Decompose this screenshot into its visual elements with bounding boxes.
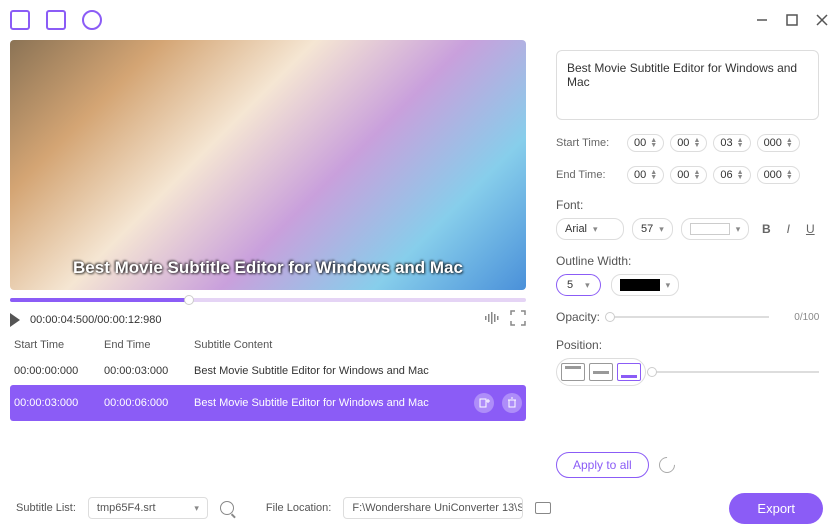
add-file-icon[interactable]: [10, 10, 30, 30]
table-row[interactable]: 00:00:03:000 00:00:06:000 Best Movie Sub…: [10, 385, 526, 421]
delete-row-icon[interactable]: [502, 393, 522, 413]
waveform-icon[interactable]: [484, 310, 500, 329]
maximize-button[interactable]: [785, 13, 799, 27]
end-h-input[interactable]: 00▲▼: [627, 166, 664, 184]
start-time-label: Start Time:: [556, 137, 621, 149]
font-size-select[interactable]: 57▾: [632, 218, 673, 240]
col-start-header: Start Time: [14, 339, 104, 351]
titlebar: [0, 0, 839, 40]
subtitle-table-header: Start Time End Time Subtitle Content: [10, 333, 526, 357]
underline-button[interactable]: U: [801, 220, 819, 238]
position-bottom-button[interactable]: [617, 363, 641, 381]
opacity-label: Opacity:: [556, 310, 600, 324]
minimize-button[interactable]: [755, 13, 769, 27]
position-slider[interactable]: [652, 371, 819, 373]
video-subtitle-overlay: Best Movie Subtitle Editor for Windows a…: [73, 258, 463, 278]
opacity-slider[interactable]: [610, 316, 769, 318]
position-top-button[interactable]: [561, 363, 585, 381]
bold-button[interactable]: B: [757, 220, 775, 238]
close-button[interactable]: [815, 13, 829, 27]
end-ms-input[interactable]: 000▲▼: [757, 166, 800, 184]
play-button[interactable]: [10, 313, 20, 327]
footer: Subtitle List: tmp65F4.srt▾ File Locatio…: [0, 488, 839, 528]
left-panel: Best Movie Subtitle Editor for Windows a…: [0, 40, 536, 488]
end-m-input[interactable]: 00▲▼: [670, 166, 707, 184]
search-icon[interactable]: [220, 501, 234, 515]
right-panel: Best Movie Subtitle Editor for Windows a…: [536, 40, 839, 488]
file-location-input[interactable]: F:\Wondershare UniConverter 13\SubEdi: [343, 497, 523, 519]
opacity-value: 0/100: [779, 312, 819, 323]
position-label: Position:: [556, 338, 819, 352]
outline-label: Outline Width:: [556, 254, 819, 268]
font-label: Font:: [556, 198, 819, 212]
export-button[interactable]: Export: [729, 493, 823, 524]
position-middle-button[interactable]: [589, 363, 613, 381]
end-time-label: End Time:: [556, 169, 621, 181]
end-s-input[interactable]: 06▲▼: [713, 166, 750, 184]
font-family-select[interactable]: Arial▾: [556, 218, 624, 240]
video-preview[interactable]: Best Movie Subtitle Editor for Windows a…: [10, 40, 526, 290]
subtitle-list-label: Subtitle List:: [16, 502, 76, 514]
subtitle-file-select[interactable]: tmp65F4.srt▾: [88, 497, 208, 519]
tool-icon[interactable]: [82, 10, 102, 30]
outline-color-select[interactable]: ▾: [611, 274, 680, 296]
file-location-label: File Location:: [266, 502, 331, 514]
start-h-input[interactable]: 00▲▼: [627, 134, 664, 152]
col-content-header: Subtitle Content: [194, 339, 522, 351]
apply-all-button[interactable]: Apply to all: [556, 452, 649, 478]
add-subtitle-icon[interactable]: [46, 10, 66, 30]
col-end-header: End Time: [104, 339, 194, 351]
folder-icon[interactable]: [535, 502, 551, 514]
start-m-input[interactable]: 00▲▼: [670, 134, 707, 152]
outline-width-select[interactable]: 5▾: [556, 274, 601, 296]
fullscreen-icon[interactable]: [510, 310, 526, 329]
font-color-select[interactable]: ▾: [681, 218, 750, 240]
start-s-input[interactable]: 03▲▼: [713, 134, 750, 152]
start-ms-input[interactable]: 000▲▼: [757, 134, 800, 152]
time-display: 00:00:04:500/00:00:12:980: [30, 314, 162, 326]
italic-button[interactable]: I: [779, 220, 797, 238]
table-row[interactable]: 00:00:00:000 00:00:03:000 Best Movie Sub…: [10, 357, 526, 385]
timeline-slider[interactable]: [10, 298, 526, 302]
subtitle-text-input[interactable]: Best Movie Subtitle Editor for Windows a…: [556, 50, 819, 120]
add-row-icon[interactable]: [474, 393, 494, 413]
reset-icon[interactable]: [655, 454, 678, 477]
